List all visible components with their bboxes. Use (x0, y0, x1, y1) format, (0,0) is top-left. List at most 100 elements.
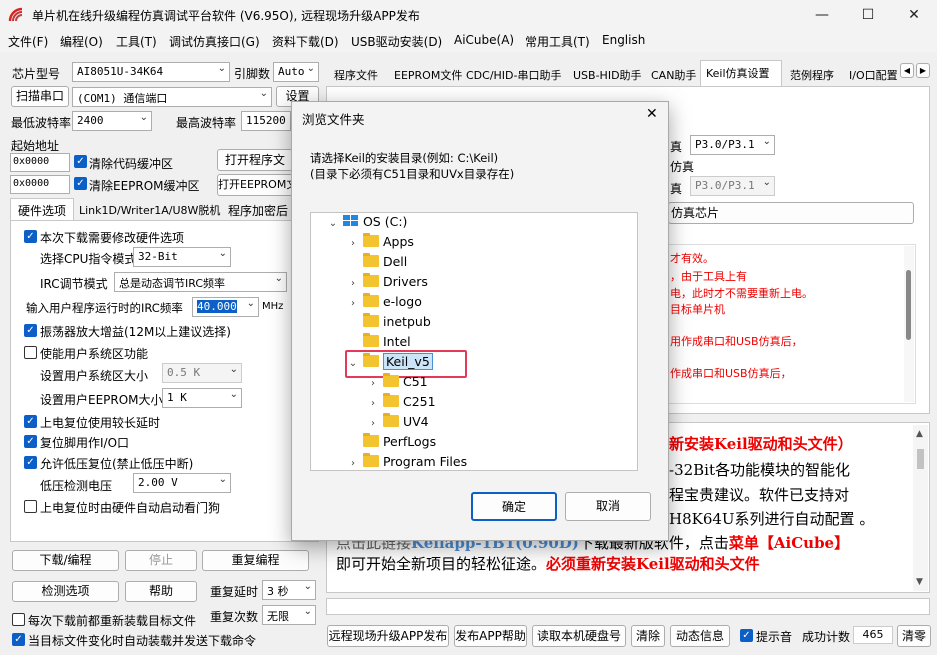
tree-node-inetpub[interactable]: inetpub (347, 313, 431, 334)
info-scroll-thumb[interactable] (917, 449, 924, 469)
download-button[interactable]: 下载/编程 (12, 550, 119, 571)
menu-file[interactable]: 文件(F) (8, 33, 48, 50)
eeprom-address-input[interactable]: 0x0000 (10, 175, 70, 194)
subtab-encrypt[interactable]: 程序加密后 (228, 202, 288, 219)
info-scrollbar[interactable]: ▲ ▼ (913, 425, 928, 591)
dynamic-info-button[interactable]: 动态信息 (670, 625, 730, 647)
chip-select[interactable]: AI8051U-34K64 ⌄ (72, 62, 230, 82)
emu3-select[interactable]: P3.0/P3.1 ⌄ (690, 176, 775, 196)
folder-tree[interactable]: ⌄ OS (C:) › Apps Dell › Drivers › e-logo… (310, 212, 638, 471)
code-address-input[interactable]: 0x0000 (10, 153, 70, 172)
menu-aicube[interactable]: AiCube(A) (454, 33, 514, 47)
irc-freq-value: 40.000 (197, 300, 237, 313)
cancel-button[interactable]: 取消 (565, 492, 651, 521)
menu-program[interactable]: 编程(O) (60, 33, 103, 50)
scroll-up-icon[interactable]: ▲ (916, 429, 923, 439)
reset-count-button[interactable]: 清零 (897, 625, 931, 647)
tree-node-program-files[interactable]: › Program Files (347, 453, 467, 470)
tab-scroll-right[interactable]: ▶ (916, 63, 930, 78)
chevron-right-icon: › (351, 298, 355, 309)
reload-each-checkbox[interactable] (12, 613, 25, 626)
help-button[interactable]: 帮助 (125, 581, 197, 602)
long-delay-checkbox[interactable]: ✓ (24, 415, 37, 428)
reset-io-checkbox[interactable]: ✓ (24, 435, 37, 448)
osc-gain-checkbox[interactable]: ✓ (24, 324, 37, 337)
stop-button[interactable]: 停止 (125, 550, 197, 571)
tree-label: Apps (382, 234, 414, 249)
min-baud-select[interactable]: 2400 ⌄ (72, 111, 152, 131)
subtab-hardware[interactable]: 硬件选项 (18, 202, 66, 219)
eeprom-size-select[interactable]: 1 K ⌄ (162, 388, 242, 408)
repeat-count-select[interactable]: 无限 ⌄ (262, 605, 316, 625)
menu-english[interactable]: English (602, 33, 645, 47)
tree-node-c251[interactable]: › C251 (367, 393, 436, 414)
dialog-close-icon[interactable]: ✕ (646, 106, 658, 122)
port-select[interactable]: (COM1) 通信端口 ⌄ (72, 87, 272, 107)
ok-button[interactable]: 确定 (471, 492, 557, 521)
set-emu-chip-button[interactable]: 仿真芯片 (668, 202, 914, 224)
minimize-button[interactable]: — (799, 0, 845, 30)
tree-node-drivers[interactable]: › Drivers (347, 273, 428, 294)
beep-checkbox[interactable]: ✓ (740, 629, 753, 642)
emu1-select[interactable]: P3.0/P3.1 ⌄ (690, 135, 775, 155)
tab-io-config[interactable]: I/O口配置 (849, 67, 898, 83)
scroll-down-icon[interactable]: ▼ (916, 577, 923, 587)
tree-node-apps[interactable]: › Apps (347, 233, 414, 254)
note-1: 才有效。 (670, 252, 714, 265)
chevron-down-icon: ⌄ (274, 273, 283, 284)
open-program-button[interactable]: 打开程序文 (217, 149, 293, 171)
menu-downloads[interactable]: 资料下载(D) (272, 33, 339, 50)
clear-button[interactable]: 清除 (631, 625, 665, 647)
tree-node-uv4[interactable]: › UV4 (367, 413, 429, 434)
open-eeprom-button[interactable]: 打开EEPROM文 (217, 174, 293, 196)
menu-common-tools[interactable]: 常用工具(T) (525, 33, 590, 50)
notes-scrollbar[interactable] (904, 246, 914, 402)
tree-node-os-c[interactable]: ⌄ OS (C:) (327, 214, 408, 234)
tab-cdc-hid[interactable]: CDC/HID-串口助手 (466, 67, 562, 83)
folder-icon (362, 433, 379, 447)
tab-scroll-left[interactable]: ◀ (900, 63, 914, 78)
notes-scroll-thumb[interactable] (906, 270, 911, 340)
info-l6-warning: 必须重新安装Keil驱动和头文件 (546, 555, 760, 573)
publish-help-button[interactable]: 发布APP帮助 (454, 625, 527, 647)
repeat-delay-select[interactable]: 3 秒 ⌄ (262, 580, 316, 600)
tree-node-c51[interactable]: › C51 (367, 373, 428, 394)
wdt-checkbox[interactable] (24, 500, 37, 513)
low-voltage-select[interactable]: 2.00 V ⌄ (133, 473, 231, 493)
repeat-program-button[interactable]: 重复编程 (202, 550, 309, 571)
tab-examples[interactable]: 范例程序 (790, 67, 834, 83)
read-disk-button[interactable]: 读取本机硬盘号 (532, 625, 626, 647)
sys-size-select[interactable]: 0.5 K ⌄ (162, 363, 242, 383)
max-baud-select[interactable]: 115200 (241, 111, 291, 131)
tree-node-perflogs[interactable]: PerfLogs (347, 433, 436, 454)
cpu-mode-select[interactable]: 32-Bit ⌄ (133, 247, 231, 267)
menu-debug-interface[interactable]: 调试仿真接口(G) (169, 33, 260, 50)
chevron-down-icon: ⌄ (217, 63, 226, 74)
subtab-link1d[interactable]: Link1D/Writer1A/U8W脱机 (79, 202, 220, 218)
lvr-checkbox[interactable]: ✓ (24, 456, 37, 469)
tab-usb-hid[interactable]: USB-HID助手 (573, 67, 642, 83)
pins-select[interactable]: Auto ⌄ (273, 62, 319, 82)
scan-port-button[interactable]: 扫描串口 (11, 86, 69, 107)
auto-reload-checkbox[interactable]: ✓ (12, 633, 25, 646)
irc-freq-select[interactable]: 40.000 ⌄ (192, 297, 259, 317)
tab-can[interactable]: CAN助手 (651, 67, 696, 83)
detect-options-button[interactable]: 检测选项 (12, 581, 119, 602)
repeat-count-value: 无限 (267, 610, 289, 623)
clear-eeprom-checkbox[interactable]: ✓ (74, 177, 87, 190)
tab-eeprom-file[interactable]: EEPROM文件 (394, 67, 462, 83)
remote-upgrade-button[interactable]: 远程现场升级APP发布 (327, 625, 449, 647)
success-count-label: 成功计数 (802, 630, 851, 644)
user-sys-checkbox[interactable] (24, 346, 37, 359)
tree-node-e-logo[interactable]: › e-logo (347, 293, 422, 314)
tab-keil-settings[interactable]: Keil仿真设置 (706, 65, 770, 81)
tree-node-dell[interactable]: Dell (347, 253, 407, 274)
irc-mode-select[interactable]: 总是动态调节IRC频率 ⌄ (114, 272, 287, 292)
menu-usb-driver[interactable]: USB驱动安装(D) (351, 33, 442, 50)
close-button[interactable]: ✕ (891, 0, 937, 30)
maximize-button[interactable]: ☐ (845, 0, 891, 30)
tab-program-file[interactable]: 程序文件 (334, 67, 378, 83)
clear-code-checkbox[interactable]: ✓ (74, 155, 87, 168)
menu-tools[interactable]: 工具(T) (116, 33, 157, 50)
modify-options-checkbox[interactable]: ✓ (24, 230, 37, 243)
